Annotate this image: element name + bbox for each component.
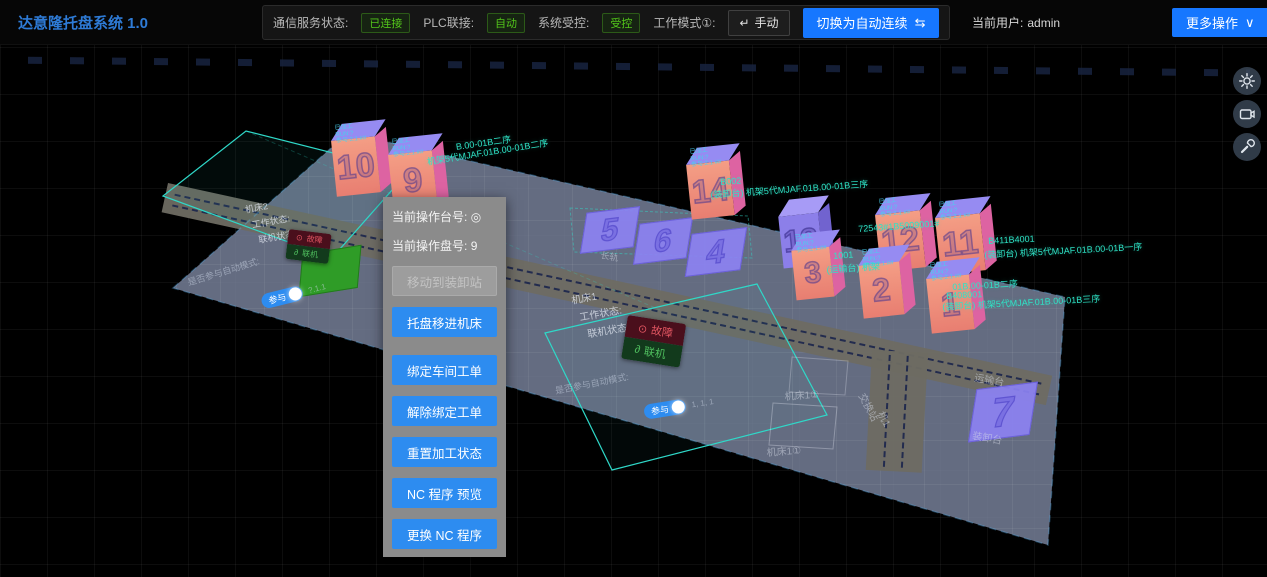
comm-status-label: 通信服务状态: xyxy=(273,14,348,31)
workpiece-label: 1001 xyxy=(833,250,854,261)
cube-status-tag: 已加工RUN:?参与:2.1.## xyxy=(391,136,423,159)
switch-label: 切换为自动连续 xyxy=(817,13,908,32)
wrench-icon xyxy=(1238,138,1256,156)
more-actions-button[interactable]: 更多操作 ∨ xyxy=(1172,8,1267,37)
area-label: 机床1① xyxy=(766,442,801,459)
toggle-suffix: ?.1.1 xyxy=(307,282,326,295)
floor-pallet-5[interactable]: 5 xyxy=(580,206,640,254)
chevron-down-icon: ∨ xyxy=(1245,15,1255,31)
settings-fab[interactable] xyxy=(1233,67,1261,95)
cube-front-face: 10 xyxy=(331,136,381,196)
cube-status-tag: 已加工RUN:?参与:2.1.## xyxy=(878,196,910,219)
menu-action-2[interactable]: 解除绑定工单 xyxy=(392,396,497,426)
comm-status-badge: 已连接 xyxy=(361,13,410,33)
toggle-label: 参与 xyxy=(650,402,670,418)
area-label: 机床1① xyxy=(784,386,819,403)
toggle-knob xyxy=(287,286,303,302)
move-to-loading-station-button[interactable]: 移动到装卸站 xyxy=(392,266,497,296)
cube-status-tag: 已加工RUN:?参与:2.1.## xyxy=(690,146,722,169)
cube-number: 10 xyxy=(331,136,381,196)
link-icon: ∂ xyxy=(294,248,299,257)
pallet-label: 当前操作盘号: xyxy=(392,239,467,253)
fault-icon: ⊙ xyxy=(295,233,303,243)
floor-pallet-6[interactable]: 6 xyxy=(633,217,693,265)
pallet-into-machine-button[interactable]: 托盘移进机床 xyxy=(392,307,497,337)
switch-auto-continuous-button[interactable]: 切换为自动连续 ⇆ xyxy=(803,8,940,38)
distant-conveyor-dashes xyxy=(0,56,1250,76)
user-label: 当前用户: xyxy=(972,14,1023,31)
scene-3d-view[interactable]: 机床2 工作状态: 联机状态: ⊙故障 ∂联机 机床1 工作状态: 联机状态: … xyxy=(0,0,1267,577)
station-value: ◎ xyxy=(471,210,481,224)
toggle-suffix: 1, 1, 1 xyxy=(691,397,714,409)
pallet-context-menu: 当前操作台号: ◎ 当前操作盘号: 9 移动到装卸站 托盘移进机床 绑定车间工单… xyxy=(383,197,506,557)
station-label: 当前操作台号: xyxy=(392,210,467,224)
machine-2-status-badges: ⊙故障 ∂联机 xyxy=(285,229,331,264)
system-control-badge: 受控 xyxy=(602,13,640,33)
workpiece-label: B411B4001 xyxy=(988,234,1035,246)
fault-icon: ⊙ xyxy=(637,321,648,335)
menu-action-4[interactable]: NC 程序 预览 xyxy=(392,478,497,508)
cube-status-tag: 已加工RUN:?参与:2.1.## xyxy=(334,122,366,145)
switch-loop-icon: ⇆ xyxy=(915,15,926,31)
pallet-number: 5 xyxy=(599,210,622,249)
manual-mode-label: 手动 xyxy=(755,14,779,31)
cube-status-tag: 已加工RUN:?参与:2.1.## xyxy=(795,232,827,255)
top-header-bar: 达意隆托盘系统 1.0 通信服务状态: 已连接 PLC联接: 自动 系统受控: … xyxy=(0,0,1267,45)
gear-icon xyxy=(1238,72,1256,90)
pallet-number: 6 xyxy=(652,221,675,260)
menu-action-1[interactable]: 绑定车间工单 xyxy=(392,355,497,385)
more-actions-label: 更多操作 xyxy=(1186,13,1238,32)
work-mode-label: 工作模式①: xyxy=(653,14,715,31)
current-user: 当前用户: admin xyxy=(972,0,1060,45)
pallet-cube-10[interactable]: 10已加工RUN:?参与:2.1.## xyxy=(329,119,392,196)
camera-icon xyxy=(1238,105,1256,123)
fault-badge: 故障 xyxy=(650,322,674,341)
toggle-knob xyxy=(671,400,686,415)
machine-1-info: 机床1 工作状态: 联机状态: xyxy=(570,283,631,345)
system-control-label: 系统受控: xyxy=(538,14,589,31)
link-icon: ∂ xyxy=(634,344,641,357)
pallet-value: 9 xyxy=(471,239,478,253)
pallet-cube-2[interactable]: 2已加工RUN:?参与:2.1.## xyxy=(857,244,917,318)
menu-action-3[interactable]: 重置加工状态 xyxy=(392,437,497,467)
app-title: 达意隆托盘系统 1.0 xyxy=(18,12,148,33)
status-bar: 通信服务状态: 已连接 PLC联接: 自动 系统受控: 受控 工作模式①: ↵ … xyxy=(262,5,950,40)
pallet-number: 4 xyxy=(704,231,728,272)
enter-key-icon: ↵ xyxy=(739,16,749,30)
camera-fab[interactable] xyxy=(1233,100,1261,128)
floor-pallet-4[interactable]: 4 xyxy=(685,227,747,277)
user-value: admin xyxy=(1027,16,1060,30)
manual-mode-button[interactable]: ↵ 手动 xyxy=(728,10,789,36)
online-badge: 联机 xyxy=(643,343,667,362)
plc-link-badge: 自动 xyxy=(487,13,525,33)
machine-1-status-badges: ⊙故障 ∂联机 xyxy=(621,315,686,368)
plc-link-label: PLC联接: xyxy=(423,14,474,31)
fault-badge: 故障 xyxy=(306,233,323,246)
menu-action-5[interactable]: 更换 NC 程序 xyxy=(392,519,497,549)
online-badge: 联机 xyxy=(301,248,318,261)
tools-fab[interactable] xyxy=(1233,133,1261,161)
cube-status-tag: 已加工RUN:?参与:2.1.## xyxy=(938,199,970,222)
